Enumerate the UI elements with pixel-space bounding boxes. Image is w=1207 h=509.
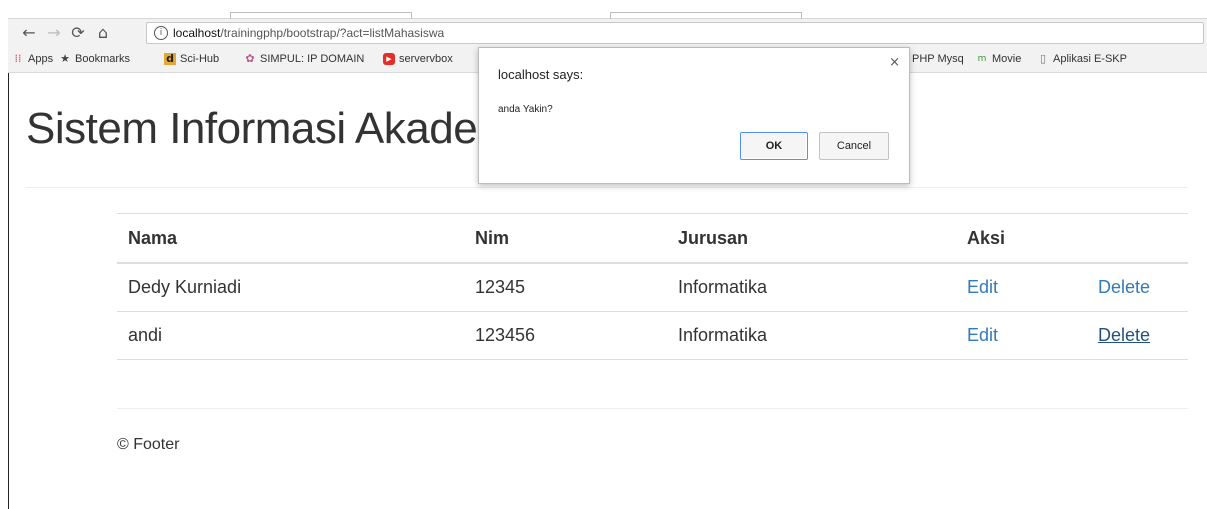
header-aksi: Aksi bbox=[956, 214, 1087, 264]
bookmark-movie[interactable]: m Movie bbox=[976, 53, 1022, 65]
youtube-icon: ▶ bbox=[383, 53, 395, 65]
header-empty bbox=[1087, 214, 1188, 264]
table-header-row: Nama Nim Jurusan Aksi bbox=[117, 214, 1188, 264]
cell-edit: Edit bbox=[956, 311, 1087, 360]
apps-icon: ⁞⁞ bbox=[14, 52, 22, 65]
bookmark-bookmarks[interactable]: ★ Bookmarks bbox=[59, 52, 130, 66]
address-url[interactable]: localhost/trainingphp/bootstrap/?act=lis… bbox=[173, 26, 444, 40]
bookmark-servervbox[interactable]: ▶ servervbox bbox=[383, 53, 453, 65]
page-title: Sistem Informasi Akademik bbox=[26, 104, 545, 153]
bookmark-apps[interactable]: ⁞⁞ Apps bbox=[12, 52, 54, 66]
header-divider bbox=[26, 187, 1188, 188]
cell-edit: Edit bbox=[956, 263, 1087, 312]
cell-nama: Dedy Kurniadi bbox=[117, 263, 464, 312]
cell-jurusan: Informatika bbox=[667, 311, 956, 360]
bookmark-php-mysql[interactable]: PHP Mysql lc bbox=[912, 53, 964, 65]
cell-nim: 123456 bbox=[464, 311, 667, 360]
delete-link[interactable]: Delete bbox=[1098, 325, 1150, 345]
address-bar[interactable]: i localhost/trainingphp/bootstrap/?act=l… bbox=[146, 22, 1204, 44]
footer-text: © Footer bbox=[117, 436, 180, 453]
scihub-icon: d bbox=[164, 53, 176, 65]
header-jurusan: Jurusan bbox=[667, 214, 956, 264]
table-row: andi 123456 Informatika Edit Delete bbox=[117, 311, 1188, 360]
forward-icon[interactable]: → bbox=[44, 23, 64, 43]
tab-edge[interactable] bbox=[610, 12, 802, 19]
movie-icon: m bbox=[977, 54, 987, 64]
cancel-button[interactable]: Cancel bbox=[819, 132, 889, 160]
footer-divider bbox=[117, 408, 1188, 409]
star-icon: ★ bbox=[60, 52, 70, 65]
confirm-dialog: localhost says: × anda Yakin? OK Cancel bbox=[478, 47, 910, 184]
bookmark-aplikasi-eskp[interactable]: ▯ Aplikasi E-SKP bbox=[1037, 52, 1127, 66]
cell-jurusan: Informatika bbox=[667, 263, 956, 312]
edit-link[interactable]: Edit bbox=[967, 277, 998, 297]
cell-nim: 12345 bbox=[464, 263, 667, 312]
info-icon[interactable]: i bbox=[154, 26, 168, 40]
header-nama: Nama bbox=[117, 214, 464, 264]
reload-icon[interactable]: ⟳ bbox=[68, 23, 88, 43]
cell-nama: andi bbox=[117, 311, 464, 360]
ok-button[interactable]: OK bbox=[740, 132, 808, 160]
dialog-title: localhost says: bbox=[498, 67, 584, 82]
close-icon[interactable]: × bbox=[889, 55, 900, 70]
home-icon[interactable]: ⌂ bbox=[93, 23, 113, 43]
delete-link[interactable]: Delete bbox=[1098, 277, 1150, 297]
cell-delete: Delete bbox=[1087, 263, 1188, 312]
bookmark-scihub[interactable]: d Sci-Hub bbox=[164, 53, 219, 65]
mahasiswa-table: Nama Nim Jurusan Aksi Dedy Kurniadi 1234… bbox=[117, 214, 1188, 360]
edit-link[interactable]: Edit bbox=[967, 325, 998, 345]
page-icon: ▯ bbox=[1039, 52, 1047, 65]
table-row: Dedy Kurniadi 12345 Informatika Edit Del… bbox=[117, 263, 1188, 312]
cell-delete: Delete bbox=[1087, 311, 1188, 360]
dialog-message: anda Yakin? bbox=[498, 104, 553, 115]
browser-toolbar: ← → ⟳ ⌂ i localhost/trainingphp/bootstra… bbox=[8, 19, 1207, 49]
header-nim: Nim bbox=[464, 214, 667, 264]
tab-strip bbox=[8, 0, 1207, 19]
back-icon[interactable]: ← bbox=[19, 23, 39, 43]
bookmark-simpul[interactable]: ✿ SIMPUL: IP DOMAIN bbox=[244, 52, 364, 66]
tab-edge[interactable] bbox=[230, 12, 412, 19]
simpul-icon: ✿ bbox=[245, 52, 255, 65]
